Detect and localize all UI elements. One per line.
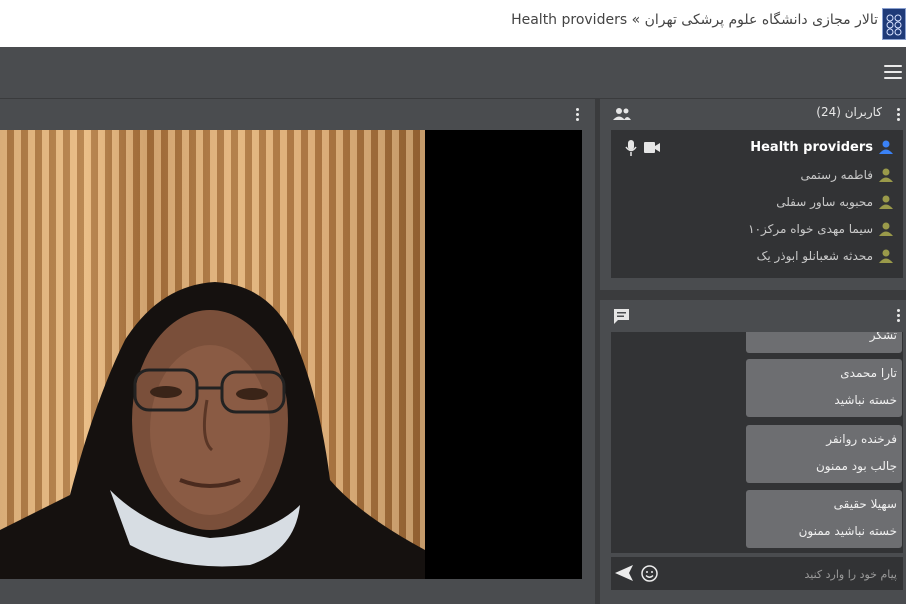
users-panel-title: کاربران (24) bbox=[816, 105, 882, 119]
emoji-icon[interactable] bbox=[641, 565, 658, 582]
message-text: خسته نباشید ممنون bbox=[798, 524, 897, 538]
title-bar: تالار مجازی دانشگاه علوم پرشکی تهران » H… bbox=[0, 0, 906, 47]
user-name: فاطمه رستمی bbox=[800, 168, 873, 182]
top-toolbar bbox=[0, 47, 906, 98]
university-logo bbox=[882, 8, 906, 40]
user-icon bbox=[879, 195, 893, 209]
users-group-icon bbox=[613, 108, 631, 120]
send-icon[interactable] bbox=[615, 565, 633, 581]
video-options-icon[interactable] bbox=[576, 108, 580, 123]
chat-message-partial: تشکر bbox=[746, 332, 902, 353]
user-item-current[interactable]: Health providers bbox=[611, 135, 903, 161]
message-text: جالب بود ممنون bbox=[815, 459, 897, 473]
webcam-video-feed bbox=[0, 130, 425, 579]
chat-input-bar bbox=[611, 557, 903, 590]
user-name: محبوبه ساور سفلی bbox=[776, 195, 873, 209]
chat-message-input[interactable] bbox=[671, 563, 899, 585]
users-options-icon[interactable] bbox=[897, 108, 901, 123]
user-icon bbox=[879, 140, 893, 154]
users-list: Health providers فاطمه رستمی محبوبه ساور… bbox=[611, 130, 903, 278]
user-icon bbox=[879, 168, 893, 182]
user-name: محدثه شعبانلو ابوذر یک bbox=[756, 249, 873, 263]
chat-message: تارا محمدی خسته نباشید bbox=[746, 359, 902, 417]
message-sender: فرخنده روانفر bbox=[826, 432, 897, 446]
chat-message: سهیلا حقیقی خسته نباشید ممنون bbox=[746, 490, 902, 548]
message-text: خسته نباشید bbox=[834, 393, 897, 407]
user-icon bbox=[879, 222, 893, 236]
user-name: سیما مهدی خواه مرکز۱۰ bbox=[748, 222, 873, 236]
hamburger-menu-icon[interactable] bbox=[884, 65, 902, 81]
user-item[interactable]: محبوبه ساور سفلی bbox=[611, 190, 903, 216]
video-camera-icon[interactable] bbox=[644, 142, 660, 153]
chat-messages-list: تشکر تارا محمدی خسته نباشید فرخنده روانف… bbox=[611, 332, 903, 553]
chat-message: فرخنده روانفر جالب بود ممنون bbox=[746, 425, 902, 483]
user-item[interactable]: سیما مهدی خواه مرکز۱۰ bbox=[611, 217, 903, 243]
user-icon bbox=[879, 249, 893, 263]
message-sender: تارا محمدی bbox=[840, 366, 897, 380]
user-item[interactable]: محدثه شعبانلو ابوذر یک bbox=[611, 244, 903, 270]
current-user-name: Health providers bbox=[750, 140, 873, 155]
message-text: تشکر bbox=[869, 332, 897, 342]
presenter-video bbox=[0, 282, 425, 579]
chat-options-icon[interactable] bbox=[897, 309, 901, 324]
microphone-icon[interactable] bbox=[625, 140, 637, 156]
users-panel: کاربران (24) Health providers فاطمه رستم… bbox=[600, 99, 906, 290]
page-title: تالار مجازی دانشگاه علوم پرشکی تهران » H… bbox=[511, 12, 878, 28]
video-panel bbox=[0, 99, 595, 604]
chat-panel: تشکر تارا محمدی خسته نباشید فرخنده روانف… bbox=[600, 300, 906, 604]
message-sender: سهیلا حقیقی bbox=[833, 497, 897, 511]
user-item[interactable]: فاطمه رستمی bbox=[611, 163, 903, 189]
chat-bubble-icon bbox=[614, 309, 629, 324]
video-area bbox=[0, 130, 582, 579]
